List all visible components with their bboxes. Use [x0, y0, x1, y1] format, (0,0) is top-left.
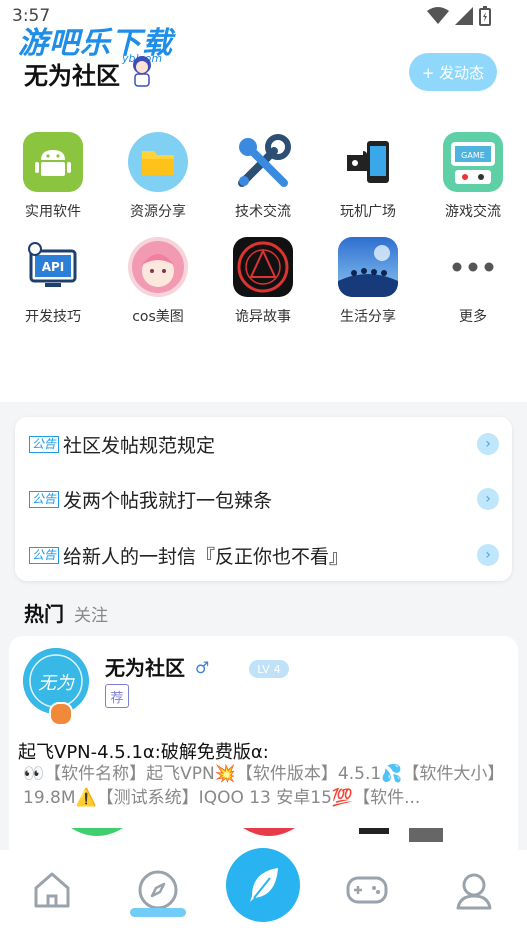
announcement-tag: 公告 [29, 490, 60, 508]
home-icon [34, 872, 70, 908]
wifi-icon [427, 7, 449, 24]
level-value: 4 [273, 662, 281, 676]
category-label: 实用软件 [25, 204, 81, 220]
gamepad-icon [346, 876, 388, 904]
feather-icon [250, 868, 278, 902]
nav-games[interactable] [337, 860, 397, 920]
avatar-text: 无为 [38, 673, 75, 694]
category-weird-stories[interactable]: 诡异故事 [213, 237, 313, 326]
category-label: 更多 [459, 309, 487, 325]
category-label: 资源分享 [130, 204, 186, 220]
tools-icon [233, 132, 293, 192]
chevron-right-icon: › [477, 433, 499, 455]
chevron-right-icon: › [477, 488, 499, 510]
category-life-share[interactable]: 生活分享 [318, 237, 418, 326]
folder-icon [128, 132, 188, 192]
recommend-tag: 荐 [105, 684, 129, 708]
feed-tabs: 热门 关注 [24, 598, 108, 627]
game-console-icon: GAME [443, 132, 503, 192]
post-author[interactable]: 无为社区 [105, 652, 185, 681]
category-label: 开发技巧 [25, 309, 81, 325]
level-label: LV [257, 662, 270, 676]
tab-following[interactable]: 关注 [74, 601, 108, 626]
category-game-talk[interactable]: GAME 游戏交流 [423, 132, 523, 221]
user-icon [456, 873, 492, 910]
tab-hot[interactable]: 热门 [24, 598, 64, 627]
page-title: 无为社区 [24, 62, 120, 90]
announcement-item[interactable]: 公告 社区发帖规范规定 › [29, 429, 499, 459]
announcement-text: 给新人的一封信『反正你也不看』 [63, 545, 349, 568]
nav-create-post[interactable] [226, 848, 300, 922]
category-label: 游戏交流 [445, 204, 501, 220]
chevron-right-icon: › [477, 544, 499, 566]
battery-icon [479, 6, 491, 26]
svg-text:API: API [42, 260, 65, 274]
post-card[interactable]: 无为 无为社区 ♂ LV 4 荐 起飞VPN-4.5.1α:破解免费版α: 👀【… [9, 636, 518, 866]
post-title[interactable]: 起飞VPN-4.5.1α:破解免费版α: [18, 738, 269, 764]
post-body: 👀【软件名称】起飞VPN💥【软件版本】4.5.1💦【软件大小】19.8M⚠️【测… [23, 764, 496, 808]
active-tab-indicator [130, 908, 186, 917]
phone-puzzle-icon [338, 132, 398, 192]
nav-home[interactable] [22, 860, 82, 920]
api-icon: API [23, 237, 83, 297]
category-label: 玩机广场 [340, 204, 396, 220]
svg-text:GAME: GAME [461, 151, 485, 160]
category-useful-software[interactable]: 实用软件 [3, 132, 103, 221]
more-dots-icon [443, 237, 503, 297]
announcement-text: 社区发帖规范规定 [63, 434, 216, 457]
occult-seal-icon [233, 237, 293, 297]
male-gender-icon: ♂ [195, 658, 210, 677]
top-section: 3:57 游吧乐下载 yblcom 无为社区 + 发动态 实用软件 资源分享 [0, 0, 527, 402]
status-icons [427, 6, 491, 26]
mascot-icon [133, 56, 151, 87]
signal-icon [455, 7, 473, 25]
announcement-item[interactable]: 公告 给新人的一封信『反正你也不看』 › [29, 540, 499, 570]
category-tech-talk[interactable]: 技术交流 [213, 132, 313, 221]
category-more[interactable]: 更多 [423, 237, 523, 326]
category-label: 技术交流 [235, 204, 291, 220]
post-thumbnails [71, 828, 443, 842]
announcement-tag: 公告 [29, 546, 60, 564]
announcement-tag: 公告 [29, 435, 60, 453]
bottom-nav [0, 848, 527, 937]
compass-icon [138, 870, 178, 910]
anime-girl-icon [128, 237, 188, 297]
announcement-item[interactable]: 公告 发两个帖我就打一包辣条 › [29, 484, 499, 514]
category-label: 诡异故事 [235, 309, 291, 325]
friends-sky-icon [338, 237, 398, 297]
category-phone-plaza[interactable]: 玩机广场 [318, 132, 418, 221]
android-icon [23, 132, 83, 192]
category-resource-share[interactable]: 资源分享 [108, 132, 208, 221]
nav-profile[interactable] [444, 860, 504, 920]
announcement-text: 发两个帖我就打一包辣条 [63, 489, 273, 512]
category-dev-tips[interactable]: API 开发技巧 [3, 237, 103, 326]
category-label: cos美图 [132, 309, 184, 325]
verified-badge-icon [49, 702, 73, 726]
post-dynamic-button[interactable]: + 发动态 [409, 53, 497, 91]
announcement-card: 公告 社区发帖规范规定 › 公告 发两个帖我就打一包辣条 › 公告 给新人的一封… [15, 417, 512, 581]
category-label: 生活分享 [340, 309, 396, 325]
level-badge: LV 4 [249, 660, 289, 678]
category-cos-photos[interactable]: cos美图 [108, 237, 208, 326]
